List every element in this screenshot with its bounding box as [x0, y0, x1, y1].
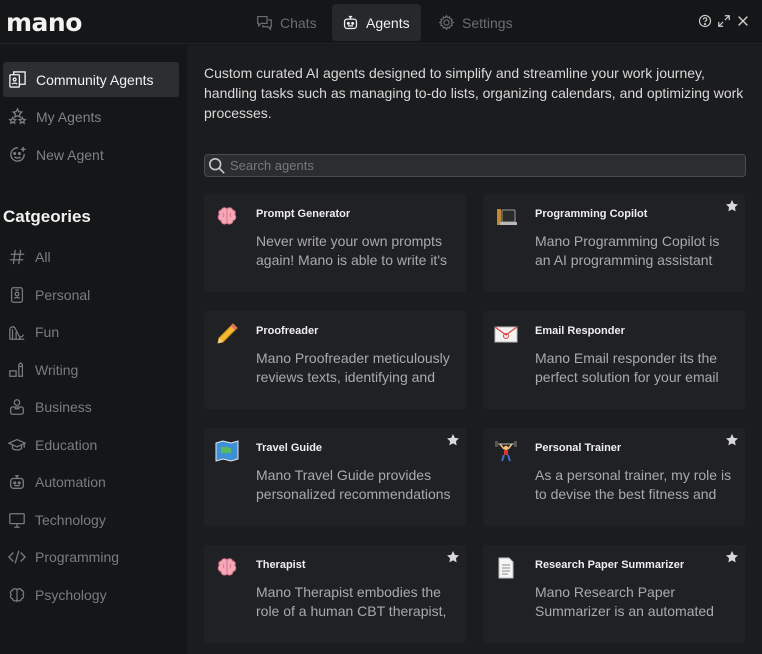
sidebar: Community Agents My Agents New Agent Cat…: [0, 45, 187, 654]
sidebar-item-label: My Agents: [36, 108, 102, 125]
close-icon[interactable]: [736, 14, 750, 28]
writing-icon: [9, 361, 24, 377]
agent-title: Proofreader: [256, 325, 319, 337]
category-label: Automation: [35, 474, 106, 490]
tab-agents[interactable]: Agents: [332, 4, 421, 41]
agent-description: Mano Proofreader meticulously reviews te…: [256, 350, 450, 385]
agent-card[interactable]: Personal Trainer As a personal trainer, …: [483, 428, 745, 526]
app-logo: mano: [6, 8, 82, 37]
sidebar-item-label: New Agent: [36, 146, 104, 163]
star-icon[interactable]: [725, 550, 739, 564]
agent-title: Programming Copilot: [535, 208, 648, 220]
category-all[interactable]: All: [8, 244, 51, 270]
agent-description: Mano Email responder its the perfect sol…: [535, 350, 719, 385]
star-icon[interactable]: [446, 433, 460, 447]
map-emoji-icon: [214, 438, 240, 464]
category-fun[interactable]: Fun: [8, 319, 59, 345]
categories-heading: Catgeories: [3, 207, 91, 226]
tab-chats-label: Chats: [280, 14, 317, 31]
tab-settings[interactable]: Settings: [428, 4, 523, 41]
category-programming[interactable]: Programming: [8, 544, 119, 570]
category-personal[interactable]: Personal: [8, 282, 90, 308]
category-label: Technology: [35, 512, 106, 528]
hash-icon: [9, 249, 25, 265]
top-bar: mano Chats Agents Settings: [0, 0, 762, 44]
agent-title: Email Responder: [535, 325, 625, 337]
category-label: Business: [35, 399, 92, 415]
agent-title: Prompt Generator: [256, 208, 351, 220]
weightlifter-emoji-icon: [493, 438, 519, 464]
sidebar-item-my-agents[interactable]: My Agents: [3, 99, 179, 134]
category-psychology[interactable]: Psychology: [8, 582, 107, 608]
category-education[interactable]: Education: [8, 432, 97, 458]
category-business[interactable]: Business: [8, 394, 92, 420]
agent-card[interactable]: Research Paper Summarizer Mano Research …: [483, 545, 745, 643]
community-agents-icon: [9, 71, 26, 88]
tab-chats[interactable]: Chats: [246, 4, 327, 41]
gear-icon: [438, 14, 455, 31]
id-badge-icon: [10, 287, 24, 303]
brain-emoji-icon: [214, 555, 240, 581]
agent-card[interactable]: Therapist Mano Therapist embodies the ro…: [204, 545, 466, 643]
sidebar-item-new-agent[interactable]: New Agent: [3, 137, 179, 172]
agent-card[interactable]: Travel Guide Mano Travel Guide provides …: [204, 428, 466, 526]
document-emoji-icon: [493, 555, 519, 581]
laptop-emoji-icon: [493, 204, 519, 230]
agent-description: Mano Therapist embodies the role of a hu…: [256, 584, 447, 619]
tab-agents-label: Agents: [366, 14, 410, 31]
robot-icon: [343, 15, 358, 30]
brain-emoji-icon: [214, 204, 240, 230]
monitor-icon: [9, 513, 25, 528]
category-label: All: [35, 249, 51, 265]
agent-title: Travel Guide: [256, 442, 323, 454]
new-agent-icon: [10, 146, 26, 162]
category-automation[interactable]: Automation: [8, 469, 106, 495]
agent-description: Never write your own prompts again! Mano…: [256, 233, 447, 268]
search-input[interactable]: [230, 158, 730, 173]
agent-title: Personal Trainer: [535, 442, 622, 454]
code-icon: [8, 550, 26, 564]
briefcase-person-icon: [10, 399, 24, 415]
pencil-emoji-icon: [214, 321, 240, 347]
category-label: Psychology: [35, 587, 107, 603]
agent-description: Mano Research Paper Summarizer is an aut…: [535, 584, 714, 619]
roller-coaster-icon: [9, 326, 25, 340]
category-label: Personal: [35, 287, 91, 303]
agent-title: Therapist: [256, 559, 306, 571]
star-icon[interactable]: [725, 433, 739, 447]
star-icon[interactable]: [725, 199, 739, 213]
graduation-cap-icon: [8, 438, 26, 451]
search-icon: [208, 157, 225, 174]
agent-title: Research Paper Summarizer: [535, 559, 685, 571]
brain-icon: [9, 588, 25, 603]
agent-card[interactable]: Proofreader Mano Proofreader meticulousl…: [204, 311, 466, 409]
star-icon[interactable]: [446, 550, 460, 564]
envelope-emoji-icon: [493, 321, 519, 347]
search-box[interactable]: [204, 154, 746, 177]
stars-icon: [8, 107, 27, 125]
chat-icon: [257, 15, 272, 31]
category-label: Education: [35, 437, 98, 453]
category-label: Programming: [35, 549, 120, 565]
agent-description: As a personal trainer, my role is to dev…: [535, 467, 732, 502]
main-panel: Custom curated AI agents designed to sim…: [187, 45, 762, 654]
agent-description: Mano Travel Guide provides personalized …: [256, 467, 451, 502]
sidebar-item-label: Community Agents: [36, 71, 154, 88]
category-label: Fun: [35, 324, 60, 340]
agent-description: Mano Programming Copilot is an AI progra…: [535, 233, 720, 268]
category-technology[interactable]: Technology: [8, 507, 106, 533]
robot-icon: [10, 475, 24, 489]
expand-icon[interactable]: [717, 14, 731, 28]
category-label: Writing: [35, 362, 79, 378]
agent-card[interactable]: Prompt Generator Never write your own pr…: [204, 194, 466, 292]
help-icon[interactable]: [698, 14, 712, 28]
agent-card[interactable]: Email Responder Mano Email responder its…: [483, 311, 745, 409]
category-writing[interactable]: Writing: [8, 357, 78, 383]
tab-settings-label: Settings: [462, 14, 513, 31]
sidebar-item-community-agents[interactable]: Community Agents: [3, 62, 179, 97]
intro-text: Custom curated AI agents designed to sim…: [204, 65, 744, 121]
agent-card[interactable]: Programming Copilot Mano Programming Cop…: [483, 194, 745, 292]
